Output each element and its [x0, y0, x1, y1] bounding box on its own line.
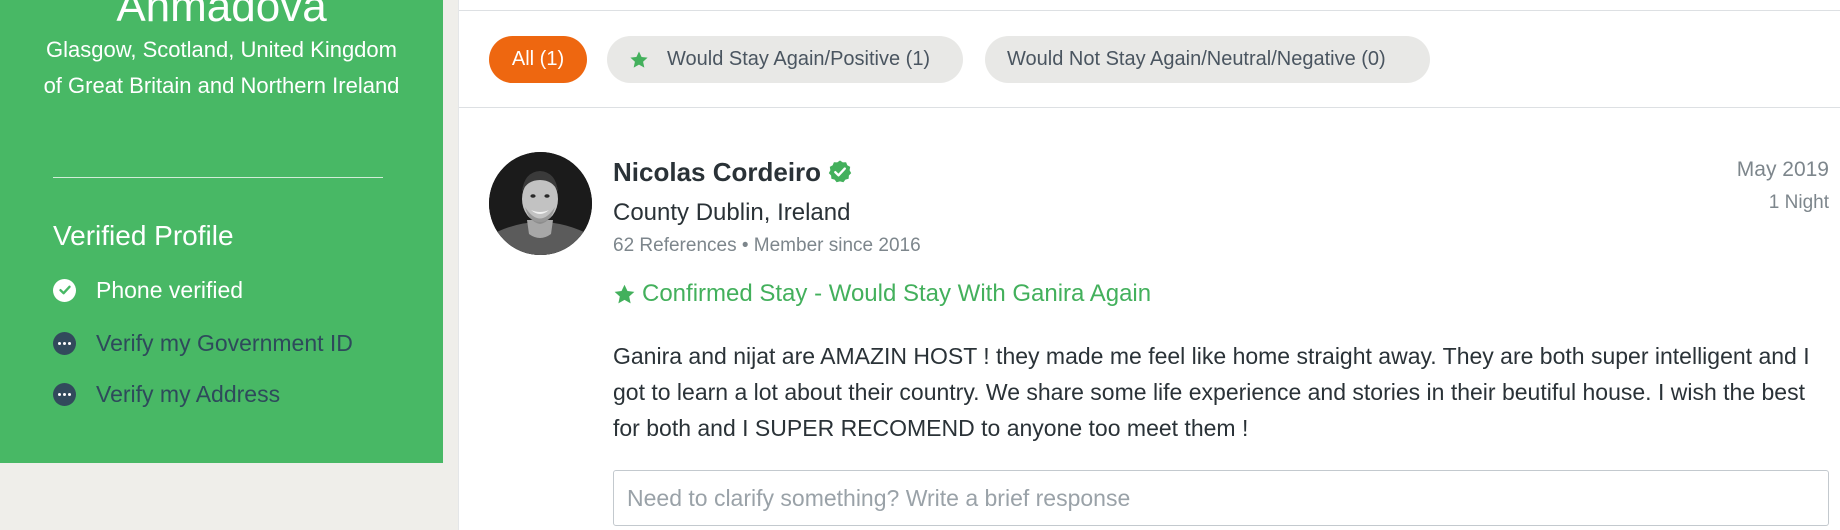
filter-all-button[interactable]: All (1) [489, 36, 587, 83]
filter-positive-label: Would Stay Again/Positive (1) [667, 48, 931, 70]
reviewer-name-link[interactable]: Nicolas Cordeiro [613, 157, 821, 188]
check-circle-icon [53, 278, 76, 302]
reviewer-avatar[interactable] [489, 152, 592, 255]
verification-item-label: Verify my Address [96, 380, 281, 407]
review-nights: 1 Night [1768, 192, 1829, 213]
reviewer-meta: 62 References • Member since 2016 [613, 235, 921, 256]
profile-location: Glasgow, Scotland, United Kingdom of Gre… [43, 37, 400, 98]
verification-item-label: Phone verified [96, 276, 244, 303]
verification-item-label: Verify my Government ID [96, 329, 353, 356]
star-icon [613, 283, 636, 306]
sidebar-divider [53, 177, 383, 178]
divider [459, 107, 1840, 108]
verified-profile-heading: Verified Profile [53, 220, 234, 251]
filter-positive-button[interactable]: Would Stay Again/Positive (1) [607, 36, 963, 83]
review-body: Ganira and nijat are AMAZIN HOST ! they … [613, 343, 1810, 441]
response-input[interactable] [613, 470, 1829, 526]
more-dots-icon [53, 382, 76, 406]
filter-negative-button[interactable]: Would Not Stay Again/Neutral/Negative (0… [985, 36, 1430, 83]
reviewer-location: County Dublin, Ireland [613, 199, 851, 226]
confirmed-stay-label: Confirmed Stay - Would Stay With Ganira … [613, 280, 1151, 308]
confirmed-stay-text: Confirmed Stay - Would Stay With Ganira … [642, 280, 1152, 307]
star-icon [629, 50, 649, 70]
profile-sidebar: Ahmadova Glasgow, Scotland, United Kingd… [0, 0, 443, 463]
verification-item-phone: Phone verified [53, 274, 243, 306]
divider [459, 10, 1840, 11]
references-panel: All (1) Would Stay Again/Positive (1) Wo… [458, 0, 1840, 530]
verify-government-id-link[interactable]: Verify my Government ID [53, 327, 353, 359]
reviewer-header: Nicolas Cordeiro [613, 154, 853, 190]
profile-name: Ahmadova [116, 0, 327, 31]
verify-address-link[interactable]: Verify my Address [53, 378, 280, 410]
more-dots-icon [53, 331, 76, 355]
review-date: May 2019 [1736, 158, 1829, 181]
verified-badge-icon [827, 159, 853, 185]
